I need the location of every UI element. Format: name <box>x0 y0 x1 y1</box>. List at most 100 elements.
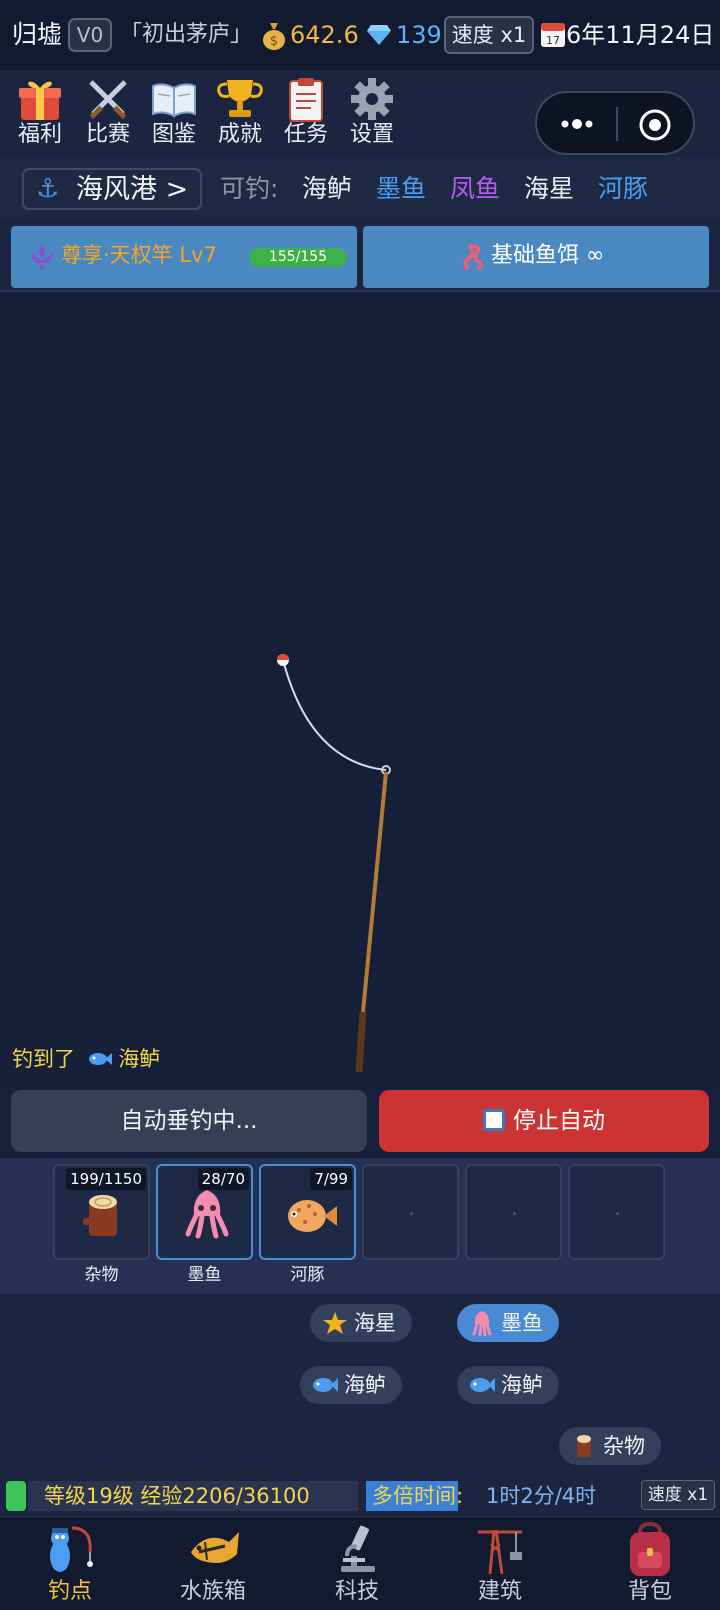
fleur-de-lis-icon <box>29 242 55 270</box>
backpack-icon <box>622 1521 678 1578</box>
wood-log-icon <box>81 1192 125 1240</box>
fish-icon <box>312 1372 338 1398</box>
speed-button[interactable]: 速度 x1 <box>444 16 534 54</box>
squid-icon <box>469 1310 495 1337</box>
menu-label: 比赛 <box>85 122 130 147</box>
close-miniprogram-button[interactable] <box>635 105 675 145</box>
chip-label: 海鲈 <box>501 1373 543 1397</box>
menu-codex[interactable]: 图鉴 <box>144 76 204 148</box>
bait-name: 基础鱼饵 ∞ <box>491 243 605 268</box>
vip-badge[interactable]: V0 <box>68 18 112 52</box>
stop-icon <box>483 1109 505 1131</box>
inventory-slot-empty[interactable] <box>568 1164 665 1260</box>
catch-log-chip: 杂物 <box>559 1427 661 1465</box>
miniprogram-capsule <box>535 91 695 155</box>
star-icon <box>322 1310 348 1336</box>
fishing-line <box>282 659 387 771</box>
inventory-slot[interactable]: 199/1150 <box>53 1164 150 1260</box>
gear-icon <box>347 76 397 122</box>
game-date: 6年11月24日 <box>566 21 715 49</box>
multiplier-label: 多倍时间: <box>366 1481 463 1511</box>
fish-icon <box>469 1372 495 1398</box>
inventory-slot-empty[interactable] <box>362 1164 459 1260</box>
nav-aquarium[interactable]: 水族箱 <box>163 1522 263 1606</box>
speed-toggle[interactable]: 速度 x1 <box>641 1480 715 1510</box>
menu-welfare[interactable]: 福利 <box>10 76 70 148</box>
trophy-icon <box>215 76 265 122</box>
slot-label: 杂物 <box>84 1265 119 1285</box>
aquarium-fish-icon <box>185 1522 241 1578</box>
chip-label: 海鲈 <box>344 1373 386 1397</box>
catchable-label: 可钓: <box>220 174 279 203</box>
wood-log-icon <box>571 1433 597 1459</box>
stop-label: 停止自动 <box>513 1108 605 1134</box>
game-title: 归墟 <box>12 20 63 49</box>
catchable-fish: 凤鱼 <box>450 174 501 203</box>
catch-log-chip: 海星 <box>310 1304 412 1342</box>
empty-slot-dot <box>513 1212 516 1215</box>
catchable-fish: 海星 <box>524 174 575 203</box>
rod-name: 尊享·天权竿 Lv7 <box>61 243 217 267</box>
chip-label: 杂物 <box>603 1434 645 1458</box>
book-icon <box>149 76 199 122</box>
multiplier-time: 1时2分/4时 <box>486 1484 597 1508</box>
crossed-swords-icon <box>83 76 133 122</box>
nav-label: 背包 <box>627 1579 672 1604</box>
gem-count: 139 <box>396 21 442 49</box>
coin-count: 642.6 <box>290 21 359 49</box>
catch-log-chip: 海鲈 <box>457 1366 559 1404</box>
slot-label: 墨鱼 <box>187 1265 222 1285</box>
menu-label: 图鉴 <box>151 122 196 147</box>
svg-text:$: $ <box>270 34 278 49</box>
catchable-fish: 河豚 <box>598 174 649 203</box>
stop-auto-button[interactable]: 停止自动 <box>379 1090 709 1152</box>
slot-label: 河豚 <box>290 1265 325 1285</box>
catch-message: 钓到了 海鲈 <box>12 1044 160 1074</box>
slot-count: 28/70 <box>197 1168 249 1190</box>
menu-label: 设置 <box>349 122 394 147</box>
rod-durability-bar: 155/155 <box>249 248 347 267</box>
nav-label: 水族箱 <box>179 1579 246 1604</box>
rod-button[interactable]: 尊享·天权竿 Lv7 155/155 <box>11 226 357 288</box>
rod-handle <box>355 1011 367 1073</box>
slot-count: 7/99 <box>310 1168 352 1190</box>
rank-title: 「初出茅庐」 <box>120 22 253 47</box>
location-name: 海风港 > <box>76 174 189 205</box>
menu-label: 福利 <box>17 122 62 147</box>
bait-button[interactable]: 基础鱼饵 ∞ <box>363 226 709 288</box>
auto-fishing-button[interactable]: 自动垂钓中... <box>11 1090 367 1152</box>
inventory-slot[interactable]: 28/70 <box>156 1164 253 1260</box>
anchor-icon: ⚓ <box>36 174 60 204</box>
menu-tasks[interactable]: 任务 <box>276 76 336 148</box>
money-bag-icon: $ <box>262 20 286 50</box>
menu-achievements[interactable]: 成就 <box>210 76 270 148</box>
catch-log-chip: 墨鱼 <box>457 1304 559 1342</box>
nav-label: 钓点 <box>47 1579 92 1604</box>
clipboard-icon <box>281 76 331 122</box>
location-button[interactable]: ⚓ 海风港 > <box>22 168 202 210</box>
fishing-rod-drawing <box>277 654 391 1073</box>
squid-icon <box>184 1188 230 1240</box>
fishing-spot-icon <box>42 1522 98 1578</box>
chip-label: 墨鱼 <box>501 1311 543 1335</box>
fish-icon <box>88 1046 112 1065</box>
inventory-slot-empty[interactable] <box>465 1164 562 1260</box>
menu-settings[interactable]: 设置 <box>342 76 402 148</box>
bobber-icon <box>277 654 289 666</box>
slot-count: 199/1150 <box>66 1168 146 1190</box>
pufferfish-icon <box>283 1196 337 1236</box>
nav-building[interactable]: 建筑 <box>450 1522 550 1606</box>
fishing-scene[interactable] <box>0 292 720 1082</box>
exp-progress-fill <box>6 1481 26 1511</box>
worm-icon <box>461 243 485 270</box>
nav-fishing-spot[interactable]: 钓点 <box>20 1522 120 1606</box>
empty-slot-dot <box>410 1212 413 1215</box>
nav-technology[interactable]: 科技 <box>307 1522 407 1606</box>
rod-shaft <box>361 771 388 1013</box>
more-options-button[interactable] <box>557 107 597 141</box>
catch-prefix: 钓到了 <box>12 1047 75 1071</box>
nav-backpack[interactable]: 背包 <box>600 1521 700 1606</box>
catch-log-chip: 海鲈 <box>300 1366 402 1404</box>
inventory-slot[interactable]: 7/99 <box>259 1164 356 1260</box>
menu-contest[interactable]: 比赛 <box>78 76 138 148</box>
